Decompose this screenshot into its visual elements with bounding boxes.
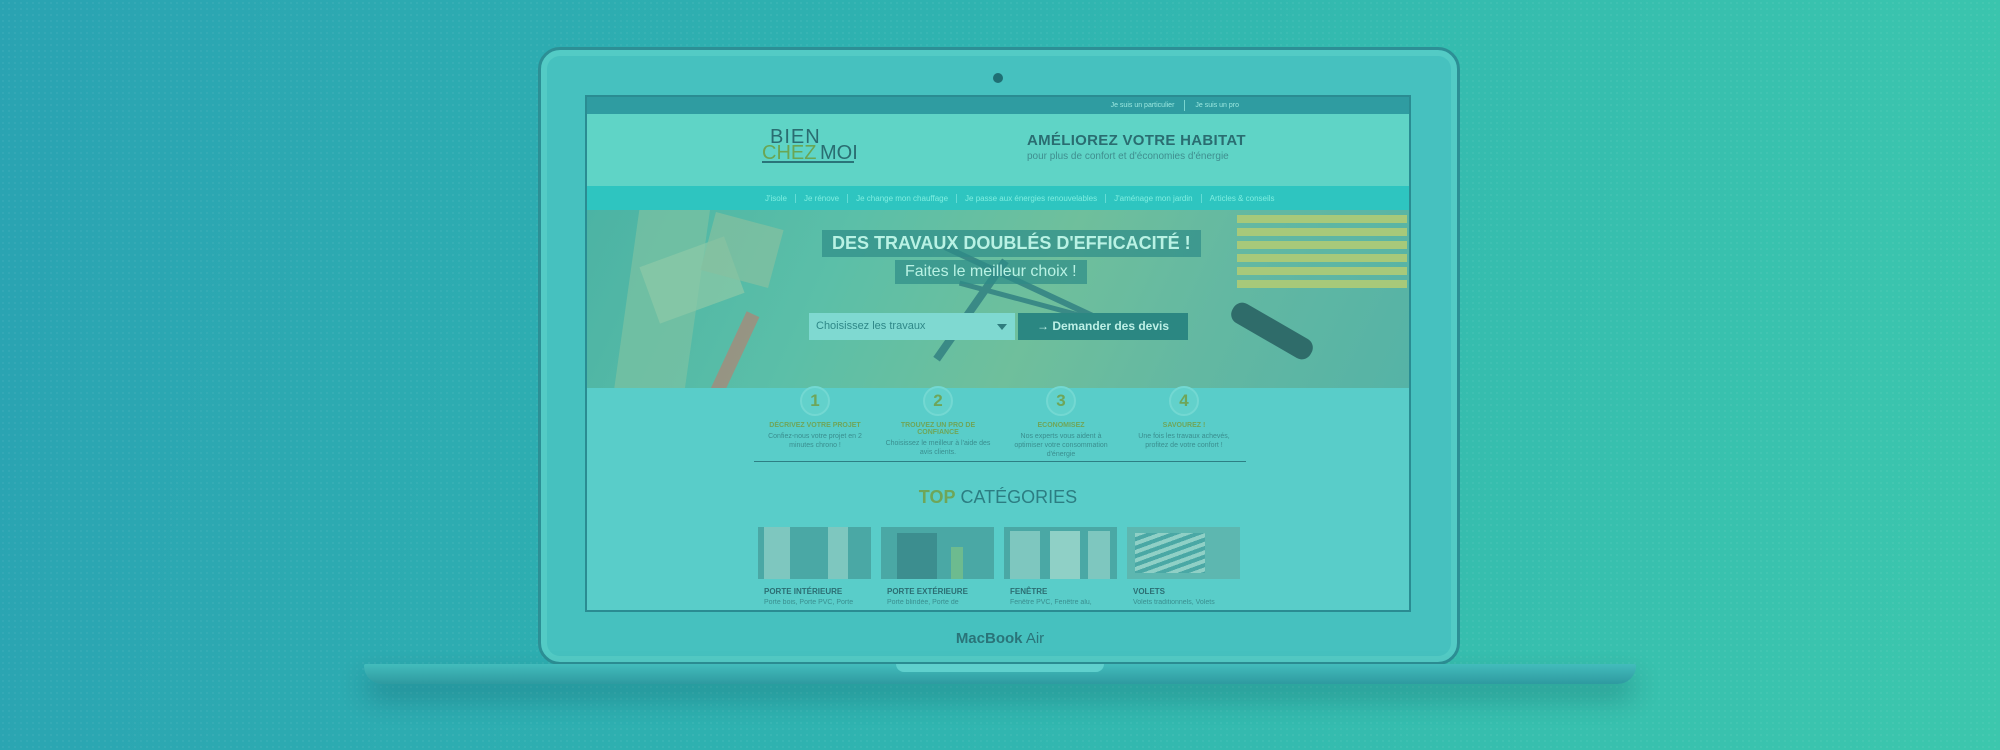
hero-ruler — [1237, 280, 1407, 288]
step-item: 3 ECONOMISEZ Nos experts vous aident à o… — [1006, 386, 1116, 459]
tagline-subtitle: pour plus de confort et d'économies d'én… — [1027, 151, 1229, 162]
step-title: SAVOUREZ ! — [1162, 422, 1206, 429]
hero-ruler — [1237, 267, 1407, 275]
category-image — [1127, 527, 1240, 579]
category-description: Volets traditionnels, Volets — [1133, 599, 1215, 606]
timeline-segment — [877, 461, 1246, 462]
site-header: BIEN CHEZ MOI AMÉLIOREZ VOTRE HABITAT po… — [587, 114, 1409, 186]
top-bar: Je suis un particulier Je suis un pro — [587, 97, 1409, 114]
category-card[interactable]: PORTE INTÉRIEURE Porte bois, Porte PVC, … — [758, 527, 871, 606]
category-name: VOLETS — [1133, 587, 1166, 596]
link-particulier[interactable]: Je suis un particulier — [1111, 102, 1175, 109]
step-number: 4 — [1169, 386, 1199, 416]
step-description: Une fois les travaux achevés, profitez d… — [1138, 433, 1230, 449]
nav-item-renove[interactable]: Je rénove — [794, 193, 847, 203]
nav-item-isole[interactable]: J'isole — [757, 194, 795, 203]
hero-subtitle: Faites le meilleur choix ! — [895, 260, 1087, 284]
step-item: 1 DÉCRIVEZ VOTRE PROJET Confiez-nous vot… — [760, 386, 870, 450]
categories-grid: PORTE INTÉRIEURE Porte bois, Porte PVC, … — [758, 527, 1240, 606]
device-model: Air — [1025, 630, 1045, 647]
step-item: 4 SAVOUREZ ! Une fois les travaux achevé… — [1129, 386, 1239, 450]
category-image — [1004, 527, 1117, 579]
step-title: DÉCRIVEZ VOTRE PROJET — [769, 422, 861, 429]
laptop-notch — [896, 664, 1104, 672]
logo-underline — [762, 161, 854, 163]
timeline-segment — [754, 461, 877, 462]
category-name: PORTE EXTÉRIEURE — [887, 587, 968, 596]
request-quotes-label: Demander des devis — [1052, 319, 1170, 333]
category-description: Fenêtre PVC, Fenêtre alu, — [1010, 599, 1092, 606]
hero-ruler — [1237, 241, 1407, 249]
hero-screwdriver — [1227, 298, 1317, 364]
camera-icon — [993, 73, 1003, 83]
topbar-divider — [1184, 100, 1186, 111]
category-description: Porte bois, Porte PVC, Porte — [764, 599, 854, 606]
step-description: Choisissez le meilleur à l'aide des avis… — [885, 440, 991, 456]
step-number: 3 — [1046, 386, 1076, 416]
step-description: Confiez-nous votre projet en 2 minutes c… — [768, 433, 862, 449]
link-pro[interactable]: Je suis un pro — [1195, 102, 1239, 109]
categories-heading-highlight: TOP — [918, 487, 956, 507]
nav-item-articles[interactable]: Articles & conseils — [1200, 193, 1283, 203]
tagline-title: AMÉLIOREZ VOTRE HABITAT — [1027, 132, 1246, 149]
laptop-screen: Je suis un particulier Je suis un pro BI… — [585, 95, 1411, 612]
step-title: ECONOMISEZ — [1037, 422, 1085, 429]
nav-item-jardin[interactable]: J'aménage mon jardin — [1105, 193, 1200, 203]
request-quotes-button[interactable]: → Demander des devis — [1018, 313, 1188, 340]
steps-section: 1 DÉCRIVEZ VOTRE PROJET Confiez-nous vot… — [587, 386, 1409, 478]
chevron-down-icon — [997, 324, 1007, 330]
nav-item-chauffage[interactable]: Je change mon chauffage — [847, 193, 956, 203]
arrow-right-icon: → — [1036, 319, 1049, 333]
works-select[interactable]: Choisissez les travaux — [809, 313, 1015, 340]
works-select-value: Choisissez les travaux — [816, 320, 926, 332]
step-description: Nos experts vous aident à optimiser votr… — [1014, 433, 1108, 458]
hero-title: DES TRAVAUX DOUBLÉS D'EFFICACITÉ ! — [822, 230, 1201, 257]
hero-pencil — [708, 311, 760, 388]
device-brand: MacBook — [955, 630, 1023, 647]
category-name: FENÊTRE — [1010, 587, 1048, 596]
hero-banner: DES TRAVAUX DOUBLÉS D'EFFICACITÉ ! Faite… — [587, 210, 1409, 388]
category-card[interactable]: VOLETS Volets traditionnels, Volets — [1127, 527, 1240, 606]
site-logo[interactable]: BIEN CHEZ MOI — [762, 126, 858, 168]
category-card[interactable]: FENÊTRE Fenêtre PVC, Fenêtre alu, — [1004, 527, 1117, 606]
category-image — [758, 527, 871, 579]
hero-ruler — [1237, 228, 1407, 236]
category-description: Porte blindée, Porte de — [887, 599, 959, 606]
category-image — [881, 527, 994, 579]
hero-ruler — [1237, 215, 1407, 223]
category-card[interactable]: PORTE EXTÉRIEURE Porte blindée, Porte de — [881, 527, 994, 606]
main-nav: J'isole Je rénove Je change mon chauffag… — [587, 186, 1409, 210]
step-item: 2 TROUVEZ UN PRO DE CONFIANCE Choisissez… — [883, 386, 993, 457]
nav-item-energies[interactable]: Je passe aux énergies renouvelables — [956, 193, 1105, 203]
step-number: 2 — [923, 386, 953, 416]
header-tagline: AMÉLIOREZ VOTRE HABITAT pour plus de con… — [1027, 132, 1246, 162]
step-number: 1 — [800, 386, 830, 416]
step-title: TROUVEZ UN PRO DE CONFIANCE — [900, 422, 976, 436]
device-label: MacBook Air — [0, 630, 2000, 647]
categories-heading: TOP CATÉGORIES — [587, 487, 1409, 508]
hero-ruler — [1237, 254, 1407, 262]
categories-heading-text: CATÉGORIES — [960, 487, 1078, 507]
category-name: PORTE INTÉRIEURE — [764, 587, 843, 596]
